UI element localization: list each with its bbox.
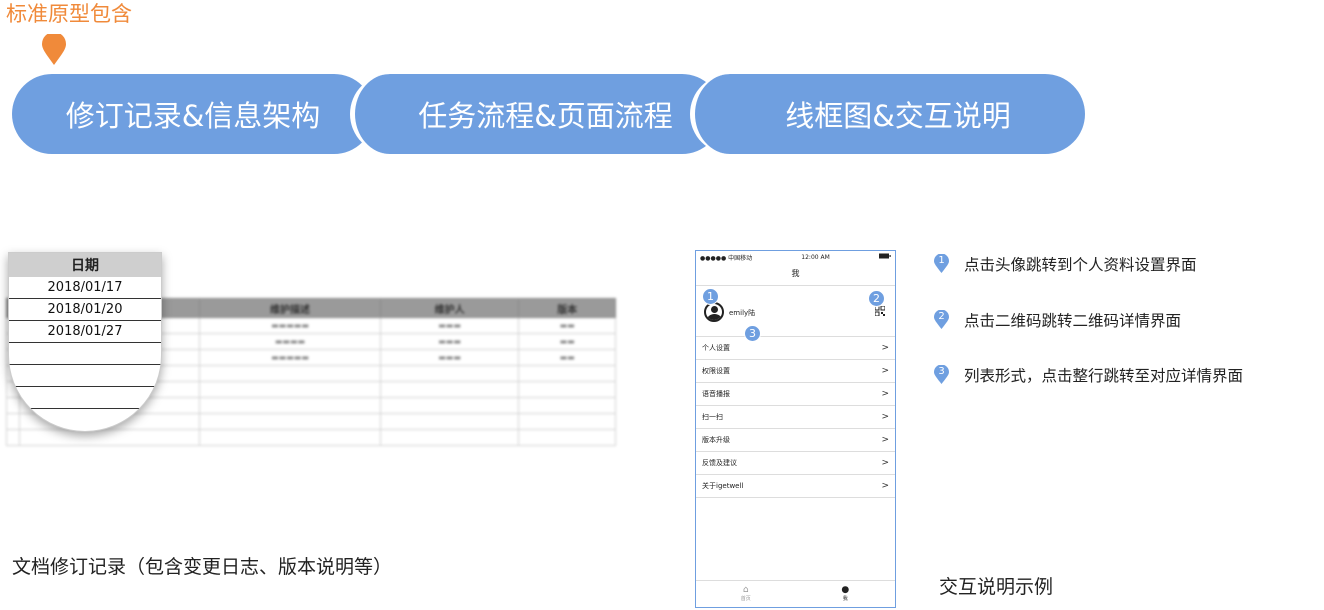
date-cell-empty — [9, 365, 161, 387]
tab-wireframe-interaction[interactable]: 线框图&交互说明 — [690, 74, 1085, 154]
note-2: 2 点击二维码跳转二维码详情界面 — [933, 309, 1181, 331]
date-cell: 2018/01/27 — [9, 321, 161, 343]
username: emily陆 — [729, 309, 756, 317]
menu-label: 反馈及建议 — [702, 459, 737, 467]
date-cell: 2018/01/17 — [9, 277, 161, 299]
numbered-drop-icon: 1 — [933, 254, 950, 274]
note-text: 列表形式，点击整行跳转至对应详情界面 — [964, 367, 1244, 385]
carrier: ●●●●● 中国移动 — [700, 254, 753, 262]
menu-item-permission-settings[interactable]: 权限设置 > — [696, 360, 895, 383]
menu-label: 扫一扫 — [702, 413, 723, 421]
tab-label: 任务流程&页面流程 — [418, 99, 673, 133]
annotation-marker-2: 2 — [868, 290, 885, 307]
table-header: 版本 — [518, 298, 616, 318]
revision-caption: 文档修订记录（包含变更日志、版本说明等） — [12, 556, 393, 578]
location-pin-icon — [41, 32, 67, 66]
chevron-right-icon: > — [881, 389, 889, 399]
magnifier-lens: 日期 2018/01/17 2018/01/20 2018/01/27 — [8, 252, 162, 432]
note-1: 1 点击头像跳转到个人资料设置界面 — [933, 253, 1197, 275]
note-number: 3 — [938, 366, 945, 377]
table-header: 维护人 — [379, 298, 520, 318]
annotation-marker-1: 1 — [702, 288, 719, 305]
chevron-right-icon: > — [881, 412, 889, 422]
menu-item-personal-settings[interactable]: 个人设置 > — [696, 337, 895, 360]
note-3: 3 列表形式，点击整行跳转至对应详情界面 — [933, 364, 1243, 386]
profile-row[interactable]: emily陆 1 2 3 — [696, 286, 895, 342]
tabbar-item-me[interactable]: ● 我 — [796, 581, 896, 607]
menu-item-voice-broadcast[interactable]: 语音播报 > — [696, 383, 895, 406]
status-bar: ●●●●● 中国移动 12:00 AM — [696, 251, 895, 263]
battery-icon — [878, 253, 891, 261]
note-text: 点击头像跳转到个人资料设置界面 — [964, 256, 1197, 274]
home-icon: ⌂ — [742, 585, 749, 595]
chevron-right-icon: > — [881, 435, 889, 445]
date-cell-empty — [9, 387, 161, 409]
tabbar-label: 首页 — [740, 596, 751, 602]
tab-task-page-flow[interactable]: 任务流程&页面流程 — [350, 74, 722, 154]
note-number: 1 — [938, 255, 945, 266]
chevron-right-icon: > — [881, 343, 889, 353]
note-text: 点击二维码跳转二维码详情界面 — [964, 312, 1182, 330]
tab-label: 线框图&交互说明 — [785, 99, 1011, 133]
nav-title: 我 — [696, 263, 895, 286]
chevron-right-icon: > — [881, 366, 889, 376]
note-number: 2 — [938, 311, 945, 322]
numbered-drop-icon: 2 — [933, 310, 950, 330]
menu-item-about[interactable]: 关于igetwell > — [696, 475, 895, 498]
bottom-tab-bar: ⌂ 首页 ● 我 — [696, 580, 895, 607]
date-cell-empty — [9, 343, 161, 365]
menu-label: 关于igetwell — [702, 482, 744, 490]
tab-revision-architecture[interactable]: 修订记录&信息架构 — [12, 74, 374, 154]
menu-item-scan[interactable]: 扫一扫 > — [696, 406, 895, 429]
numbered-drop-icon: 3 — [933, 365, 950, 385]
table-header: 维护描述 — [199, 298, 381, 318]
annotation-marker-3: 3 — [744, 325, 761, 342]
avatar[interactable] — [704, 302, 724, 322]
tab-label: 修订记录&信息架构 — [65, 99, 321, 133]
tabbar-item-home[interactable]: ⌂ 首页 — [696, 581, 796, 607]
menu-item-feedback[interactable]: 反馈及建议 > — [696, 452, 895, 475]
interaction-caption: 交互说明示例 — [939, 576, 1054, 598]
qr-code-icon[interactable] — [875, 306, 885, 316]
menu-item-version-upgrade[interactable]: 版本升级 > — [696, 429, 895, 452]
menu-label: 版本升级 — [702, 436, 730, 444]
user-icon: ● — [841, 585, 850, 595]
menu-label: 语音播报 — [702, 390, 730, 398]
phone-mockup: ●●●●● 中国移动 12:00 AM 我 emily陆 1 2 3 个人设置 >… — [695, 250, 896, 608]
page-title: 标准原型包含 — [6, 2, 132, 26]
date-cell: 2018/01/20 — [9, 299, 161, 321]
date-column-header: 日期 — [9, 253, 161, 277]
clock: 12:00 AM — [801, 253, 830, 261]
tabbar-label: 我 — [842, 596, 848, 602]
menu-label: 个人设置 — [702, 344, 730, 352]
menu-label: 权限设置 — [702, 367, 730, 375]
chevron-right-icon: > — [881, 458, 889, 468]
chevron-right-icon: > — [881, 481, 889, 491]
